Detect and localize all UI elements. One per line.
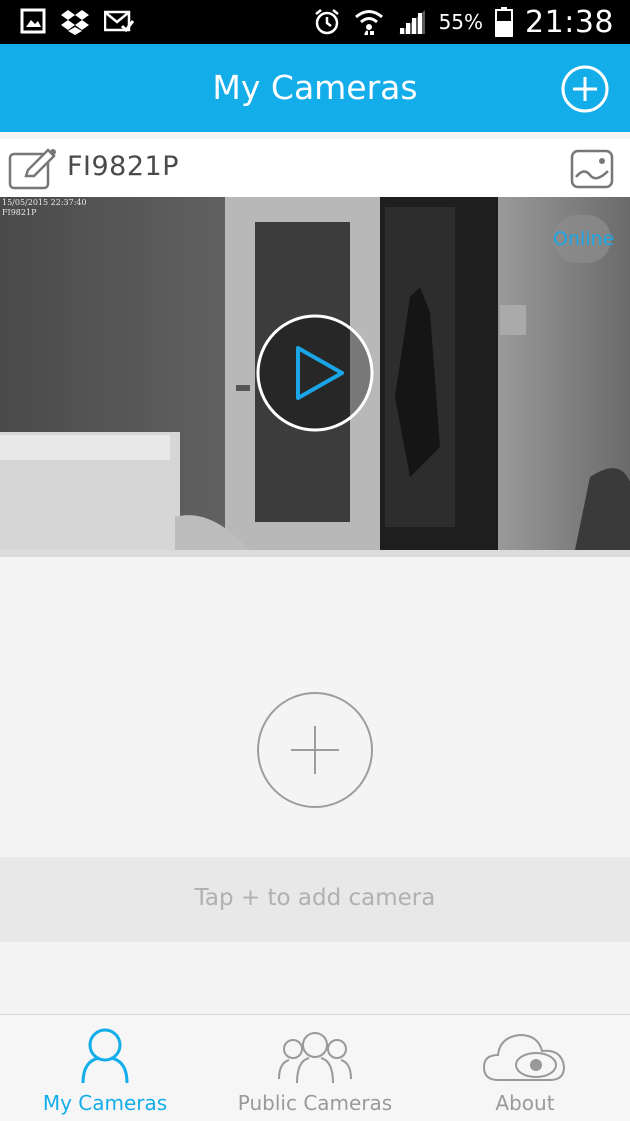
hint-bar: Tap + to add camera — [0, 857, 630, 942]
mail-check-icon — [104, 8, 134, 36]
nav-label: My Cameras — [42, 1091, 168, 1115]
notification-icons — [20, 8, 134, 36]
osd-overlay: 15/05/2015 22:37:40 FI9821P — [2, 198, 87, 218]
osd-timestamp: 15/05/2015 22:37:40 — [2, 198, 87, 207]
wifi-icon — [353, 7, 385, 37]
app-header: My Cameras — [0, 44, 630, 132]
osd-camera-name: FI9821P — [2, 208, 37, 217]
status-bar: 55% 21:38 — [0, 0, 630, 44]
edit-icon — [8, 148, 56, 190]
add-camera-hint: Tap + to add camera — [194, 885, 436, 911]
tab-my-cameras[interactable]: My Cameras — [0, 1015, 210, 1121]
gallery-icon — [20, 8, 46, 36]
clock: 21:38 — [525, 4, 614, 40]
status-badge-label: Online — [553, 228, 615, 250]
camera-name: FI9821P — [67, 151, 179, 182]
plus-circle-icon — [257, 692, 373, 808]
divider — [0, 550, 630, 557]
add-camera-button[interactable] — [560, 64, 610, 114]
signal-icon — [397, 8, 427, 36]
nav-label: About — [495, 1091, 555, 1115]
tab-about[interactable]: About — [420, 1015, 630, 1121]
tab-public-cameras[interactable]: Public Cameras — [210, 1015, 420, 1121]
user-icon — [81, 1028, 129, 1084]
battery-icon — [495, 7, 514, 37]
plus-circle-icon — [561, 65, 609, 113]
play-icon — [256, 314, 374, 432]
edit-camera-button[interactable] — [8, 148, 58, 190]
nav-label: Public Cameras — [237, 1091, 393, 1115]
cloud-eye-icon — [482, 1033, 566, 1081]
gallery-button[interactable] — [570, 149, 614, 189]
bottom-nav: My Cameras Public Cameras About — [0, 1014, 630, 1121]
picture-icon — [570, 149, 614, 189]
alarm-icon — [313, 8, 341, 36]
camera-row: FI9821P — [0, 139, 630, 197]
play-button[interactable] — [256, 314, 374, 432]
group-icon — [278, 1032, 352, 1084]
page-title: My Cameras — [212, 68, 418, 107]
battery-percent: 55% — [438, 10, 484, 34]
add-camera-circle-button[interactable] — [255, 690, 375, 810]
dropbox-icon — [60, 8, 90, 36]
